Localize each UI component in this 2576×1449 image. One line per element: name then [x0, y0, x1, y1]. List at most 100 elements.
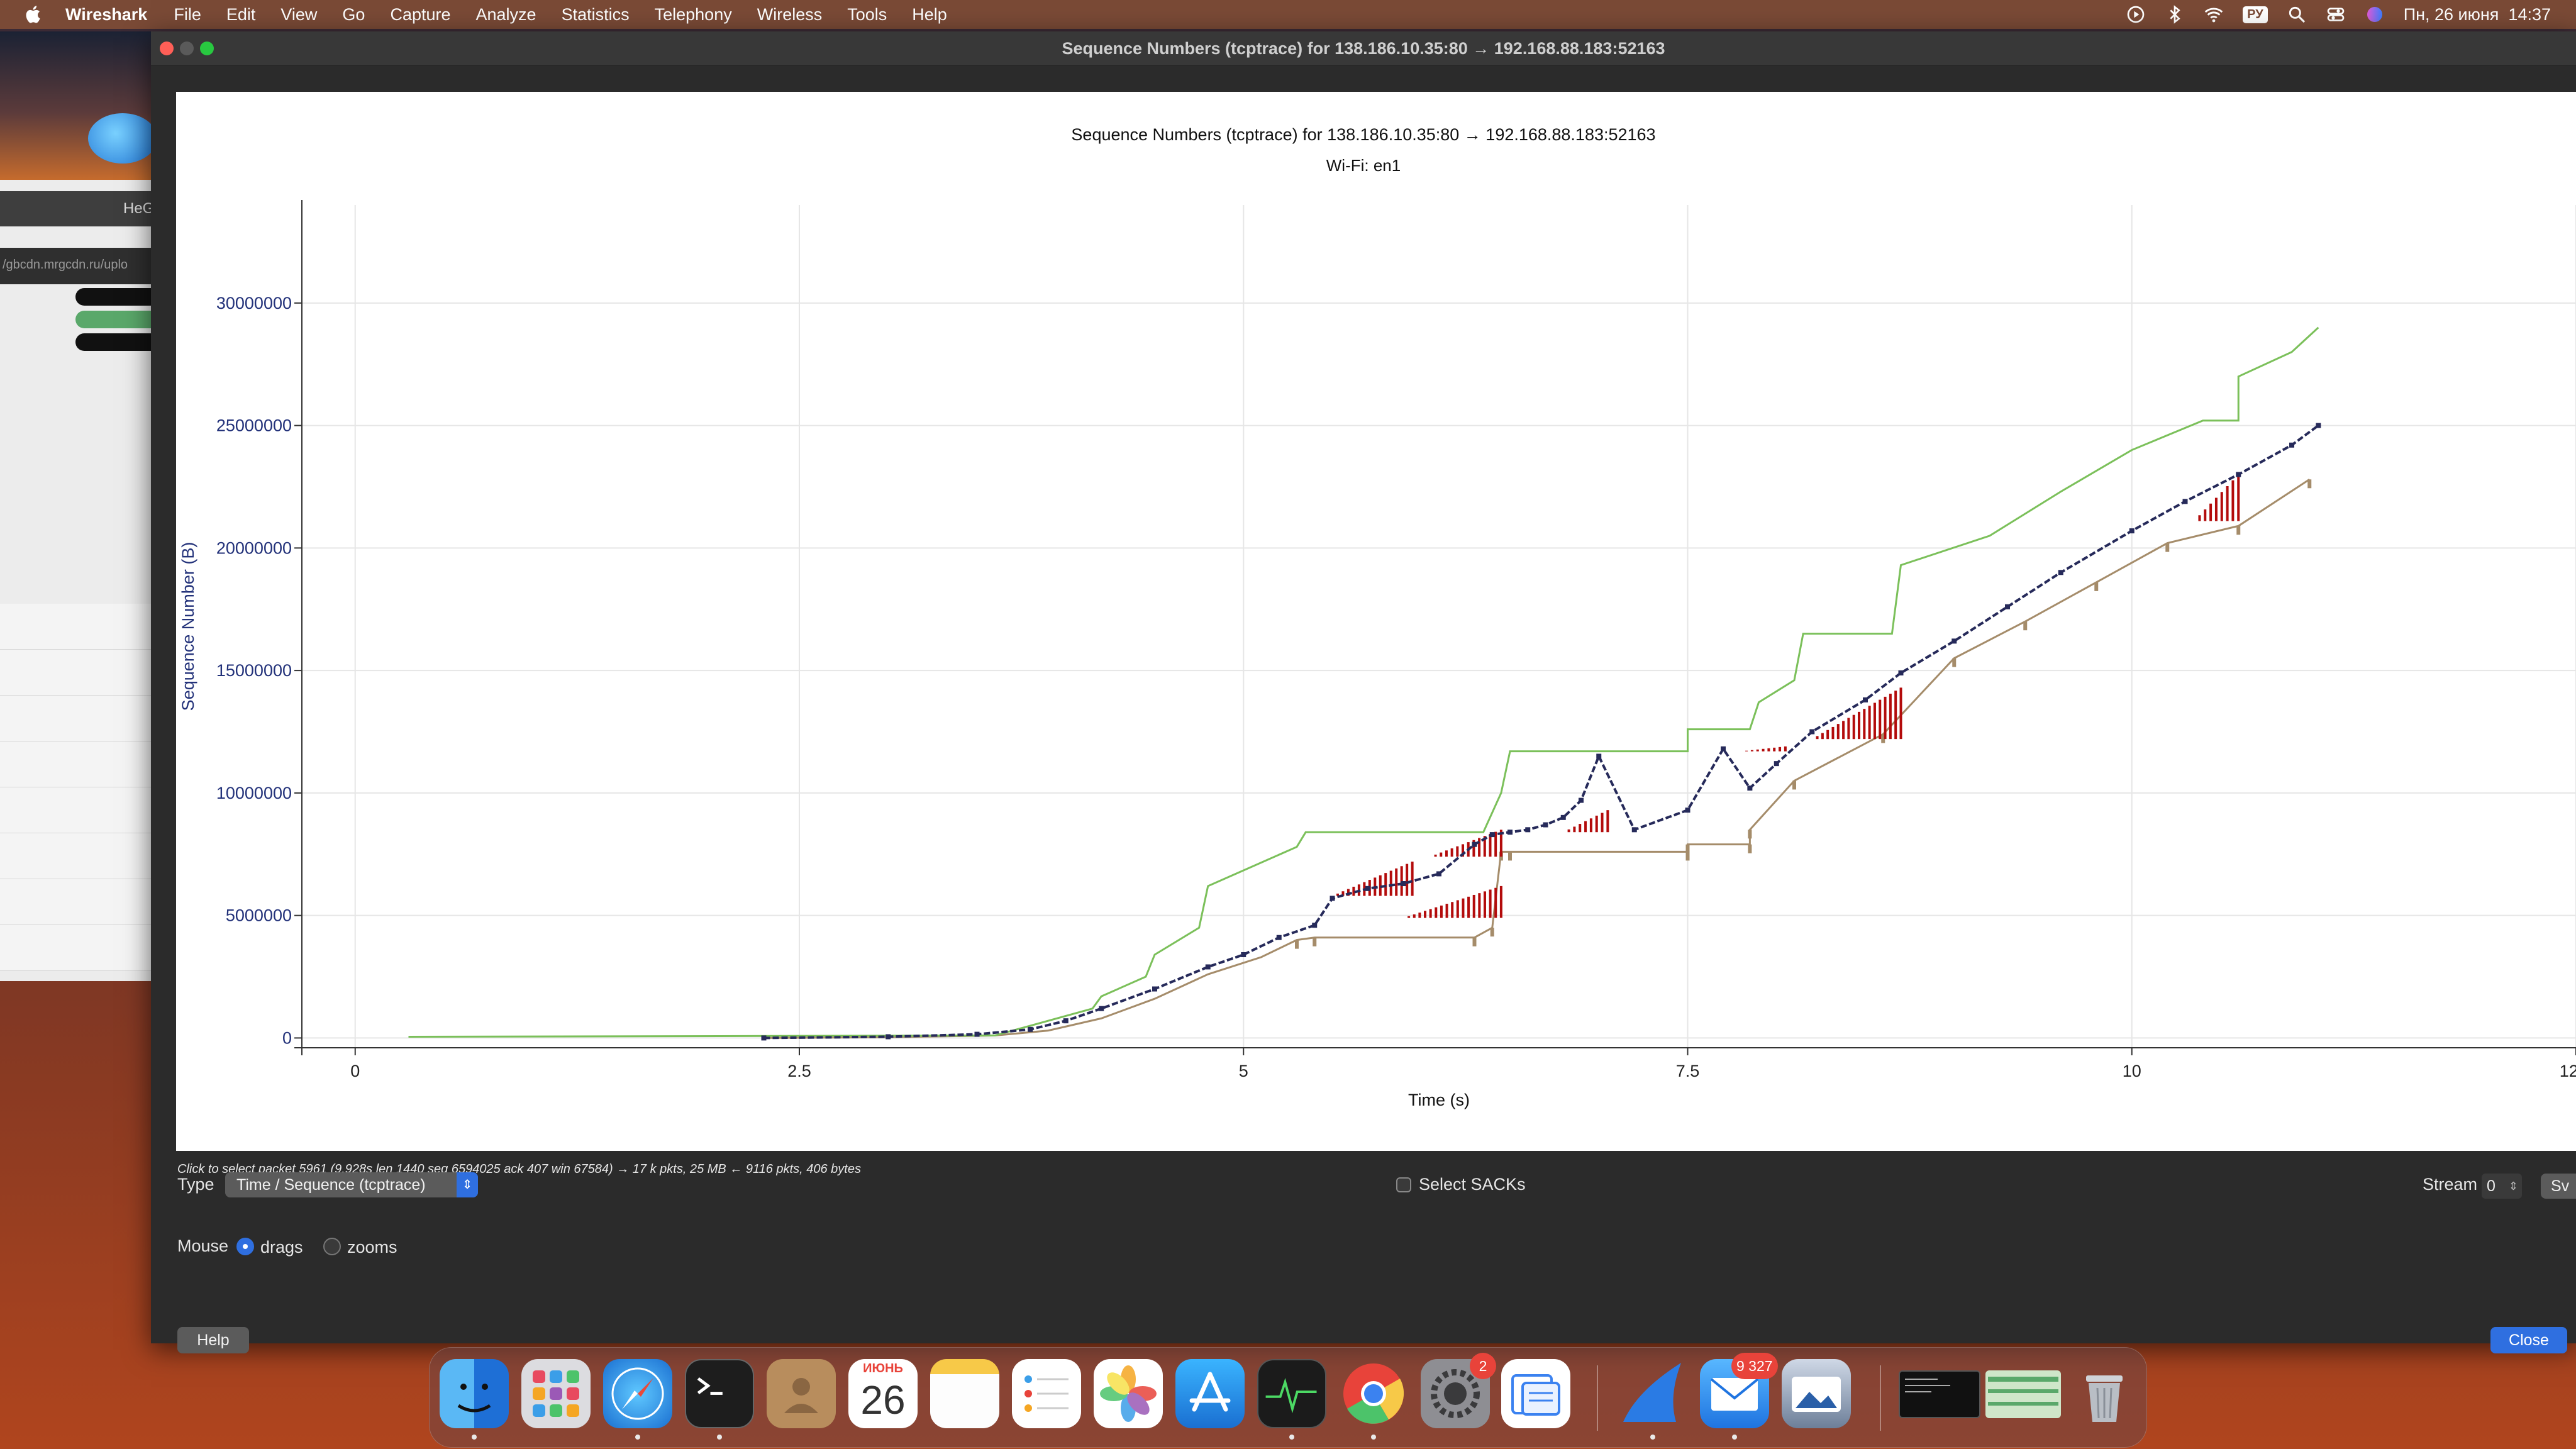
apple-logo-icon[interactable] [24, 4, 44, 25]
terminal-icon[interactable] [685, 1359, 754, 1428]
siri-icon[interactable] [2365, 4, 2385, 25]
background-list [0, 604, 164, 971]
stream-label: Stream [2423, 1175, 2478, 1194]
menu-capture[interactable]: Capture [390, 5, 450, 25]
chrome-icon[interactable] [1339, 1359, 1408, 1428]
ack-tick [2307, 479, 2312, 489]
ack-tick [2023, 621, 2028, 631]
activity-monitor-icon[interactable] [1257, 1359, 1326, 1428]
background-list-item[interactable] [0, 741, 164, 787]
contacts-icon[interactable] [767, 1359, 836, 1428]
trash-icon[interactable] [2070, 1359, 2139, 1428]
preview-icon[interactable] [1501, 1359, 1570, 1428]
notes-icon[interactable] [930, 1359, 999, 1428]
running-indicator [635, 1435, 640, 1440]
input-source-icon[interactable]: РУ [2243, 6, 2268, 23]
photos-icon[interactable] [1094, 1359, 1163, 1428]
calendar-icon[interactable]: ИЮНЬ 26 [848, 1359, 918, 1428]
graph-plot-area[interactable]: Sequence Numbers (tcptrace) for 138.186.… [176, 92, 2576, 1151]
background-list-item[interactable] [0, 925, 164, 971]
bluetooth-icon[interactable] [2165, 4, 2185, 25]
spreadsheet-window-thumbnail[interactable] [1985, 1370, 2061, 1418]
close-button[interactable]: Close [2490, 1327, 2567, 1353]
ack-tick [1295, 940, 1299, 949]
sequence-graph[interactable]: Sequence Numbers (tcptrace) for 138.186.… [176, 92, 2576, 1151]
ack-tick [1952, 658, 1957, 667]
menu-help[interactable]: Help [912, 5, 947, 25]
y-axis-label: Sequence Number (B) [179, 542, 197, 711]
mouse-drags-radio[interactable] [236, 1238, 254, 1255]
menu-tools[interactable]: Tools [847, 5, 887, 25]
tcptrace-graph-window: Sequence Numbers (tcptrace) for 138.186.… [151, 31, 2576, 1353]
photo-viewer-icon[interactable] [1782, 1359, 1851, 1428]
menu-wireless[interactable]: Wireless [757, 5, 823, 25]
background-list-item[interactable] [0, 879, 164, 925]
ack-tick [1508, 852, 1512, 861]
calendar-month: ИЮНЬ [863, 1362, 903, 1375]
mouse-label: Mouse [177, 1236, 229, 1255]
running-indicator [717, 1435, 722, 1440]
mouse-zooms-radio[interactable] [323, 1238, 341, 1255]
menu-go[interactable]: Go [342, 5, 365, 25]
stepper-icon[interactable]: ⇕ [2509, 1174, 2518, 1199]
chevron-updown-icon: ⇕ [457, 1172, 478, 1197]
graph-type-select[interactable]: Time / Sequence (tcptrace) ⇕ [225, 1172, 478, 1197]
menu-telephony[interactable]: Telephony [655, 5, 732, 25]
background-url-bar[interactable]: /gbcdn.mrgcdn.ru/uplo [0, 248, 164, 284]
wireshark-icon[interactable] [1618, 1359, 1687, 1428]
running-indicator [472, 1435, 477, 1440]
stream-stepper[interactable]: 0 ⇕ [2482, 1174, 2522, 1199]
help-button[interactable]: Help [177, 1327, 249, 1353]
menu-edit[interactable]: Edit [226, 5, 256, 25]
background-toggle[interactable] [75, 333, 164, 351]
ack-tick [1472, 937, 1477, 947]
play-icon[interactable] [2126, 4, 2146, 25]
settings-badge: 2 [1470, 1353, 1496, 1379]
menu-file[interactable]: File [174, 5, 201, 25]
x-tick-label: 7.5 [1676, 1062, 1700, 1080]
reminders-icon[interactable] [1012, 1359, 1081, 1428]
background-banner-image [0, 31, 164, 180]
app-store-icon[interactable] [1175, 1359, 1245, 1428]
background-toggle[interactable] [75, 288, 164, 306]
background-toggle[interactable] [75, 311, 164, 328]
window-title-bar[interactable]: Sequence Numbers (tcptrace) for 138.186.… [151, 31, 2576, 66]
background-tab-label[interactable]: HeG [123, 200, 154, 218]
ack-tick [1748, 830, 1752, 839]
search-icon[interactable] [2287, 4, 2307, 25]
switch-direction-button[interactable]: Sv [2541, 1174, 2576, 1199]
safari-icon[interactable] [603, 1359, 672, 1428]
select-sacks-checkbox[interactable] [1396, 1177, 1411, 1192]
segment-trace [763, 424, 2319, 1040]
menu-bar-status: РУ Пн, 26 июня 14:37 [2126, 0, 2551, 29]
ack-tick [1313, 937, 1317, 947]
calendar-day: 26 [860, 1377, 906, 1423]
background-list-item[interactable] [0, 650, 164, 696]
finder-icon[interactable] [440, 1359, 509, 1428]
dock: ИЮНЬ 26 2 9 327 [429, 1347, 2147, 1448]
background-browser-window: HeG /gbcdn.mrgcdn.ru/uplo [0, 31, 164, 981]
launchpad-icon[interactable] [521, 1359, 591, 1428]
wifi-icon[interactable] [2204, 4, 2224, 25]
control-center-icon[interactable] [2326, 4, 2346, 25]
ack-tick [2165, 543, 2170, 552]
background-list-item[interactable] [0, 604, 164, 650]
x-tick-label: 5 [1239, 1062, 1248, 1080]
menu-view[interactable]: View [280, 5, 317, 25]
chart-title: Sequence Numbers (tcptrace) for 138.186.… [1071, 125, 1655, 144]
x-axis-label: Time (s) [1408, 1091, 1470, 1109]
background-toggle-stack [75, 288, 164, 356]
running-indicator [1289, 1435, 1294, 1440]
ack-tick [2236, 526, 2241, 535]
background-list-item[interactable] [0, 833, 164, 879]
dock-separator [1880, 1365, 1881, 1431]
menu-analyze[interactable]: Analyze [476, 5, 536, 25]
ack-tick [1792, 780, 1796, 790]
background-list-item[interactable] [0, 787, 164, 833]
terminal-window-thumbnail[interactable] [1899, 1370, 1980, 1418]
menu-statistics[interactable]: Statistics [562, 5, 630, 25]
background-list-item[interactable] [0, 696, 164, 741]
menu-app-name[interactable]: Wireshark [65, 5, 147, 25]
clock[interactable]: Пн, 26 июня 14:37 [2404, 5, 2551, 25]
ack-tick [1685, 844, 1690, 853]
